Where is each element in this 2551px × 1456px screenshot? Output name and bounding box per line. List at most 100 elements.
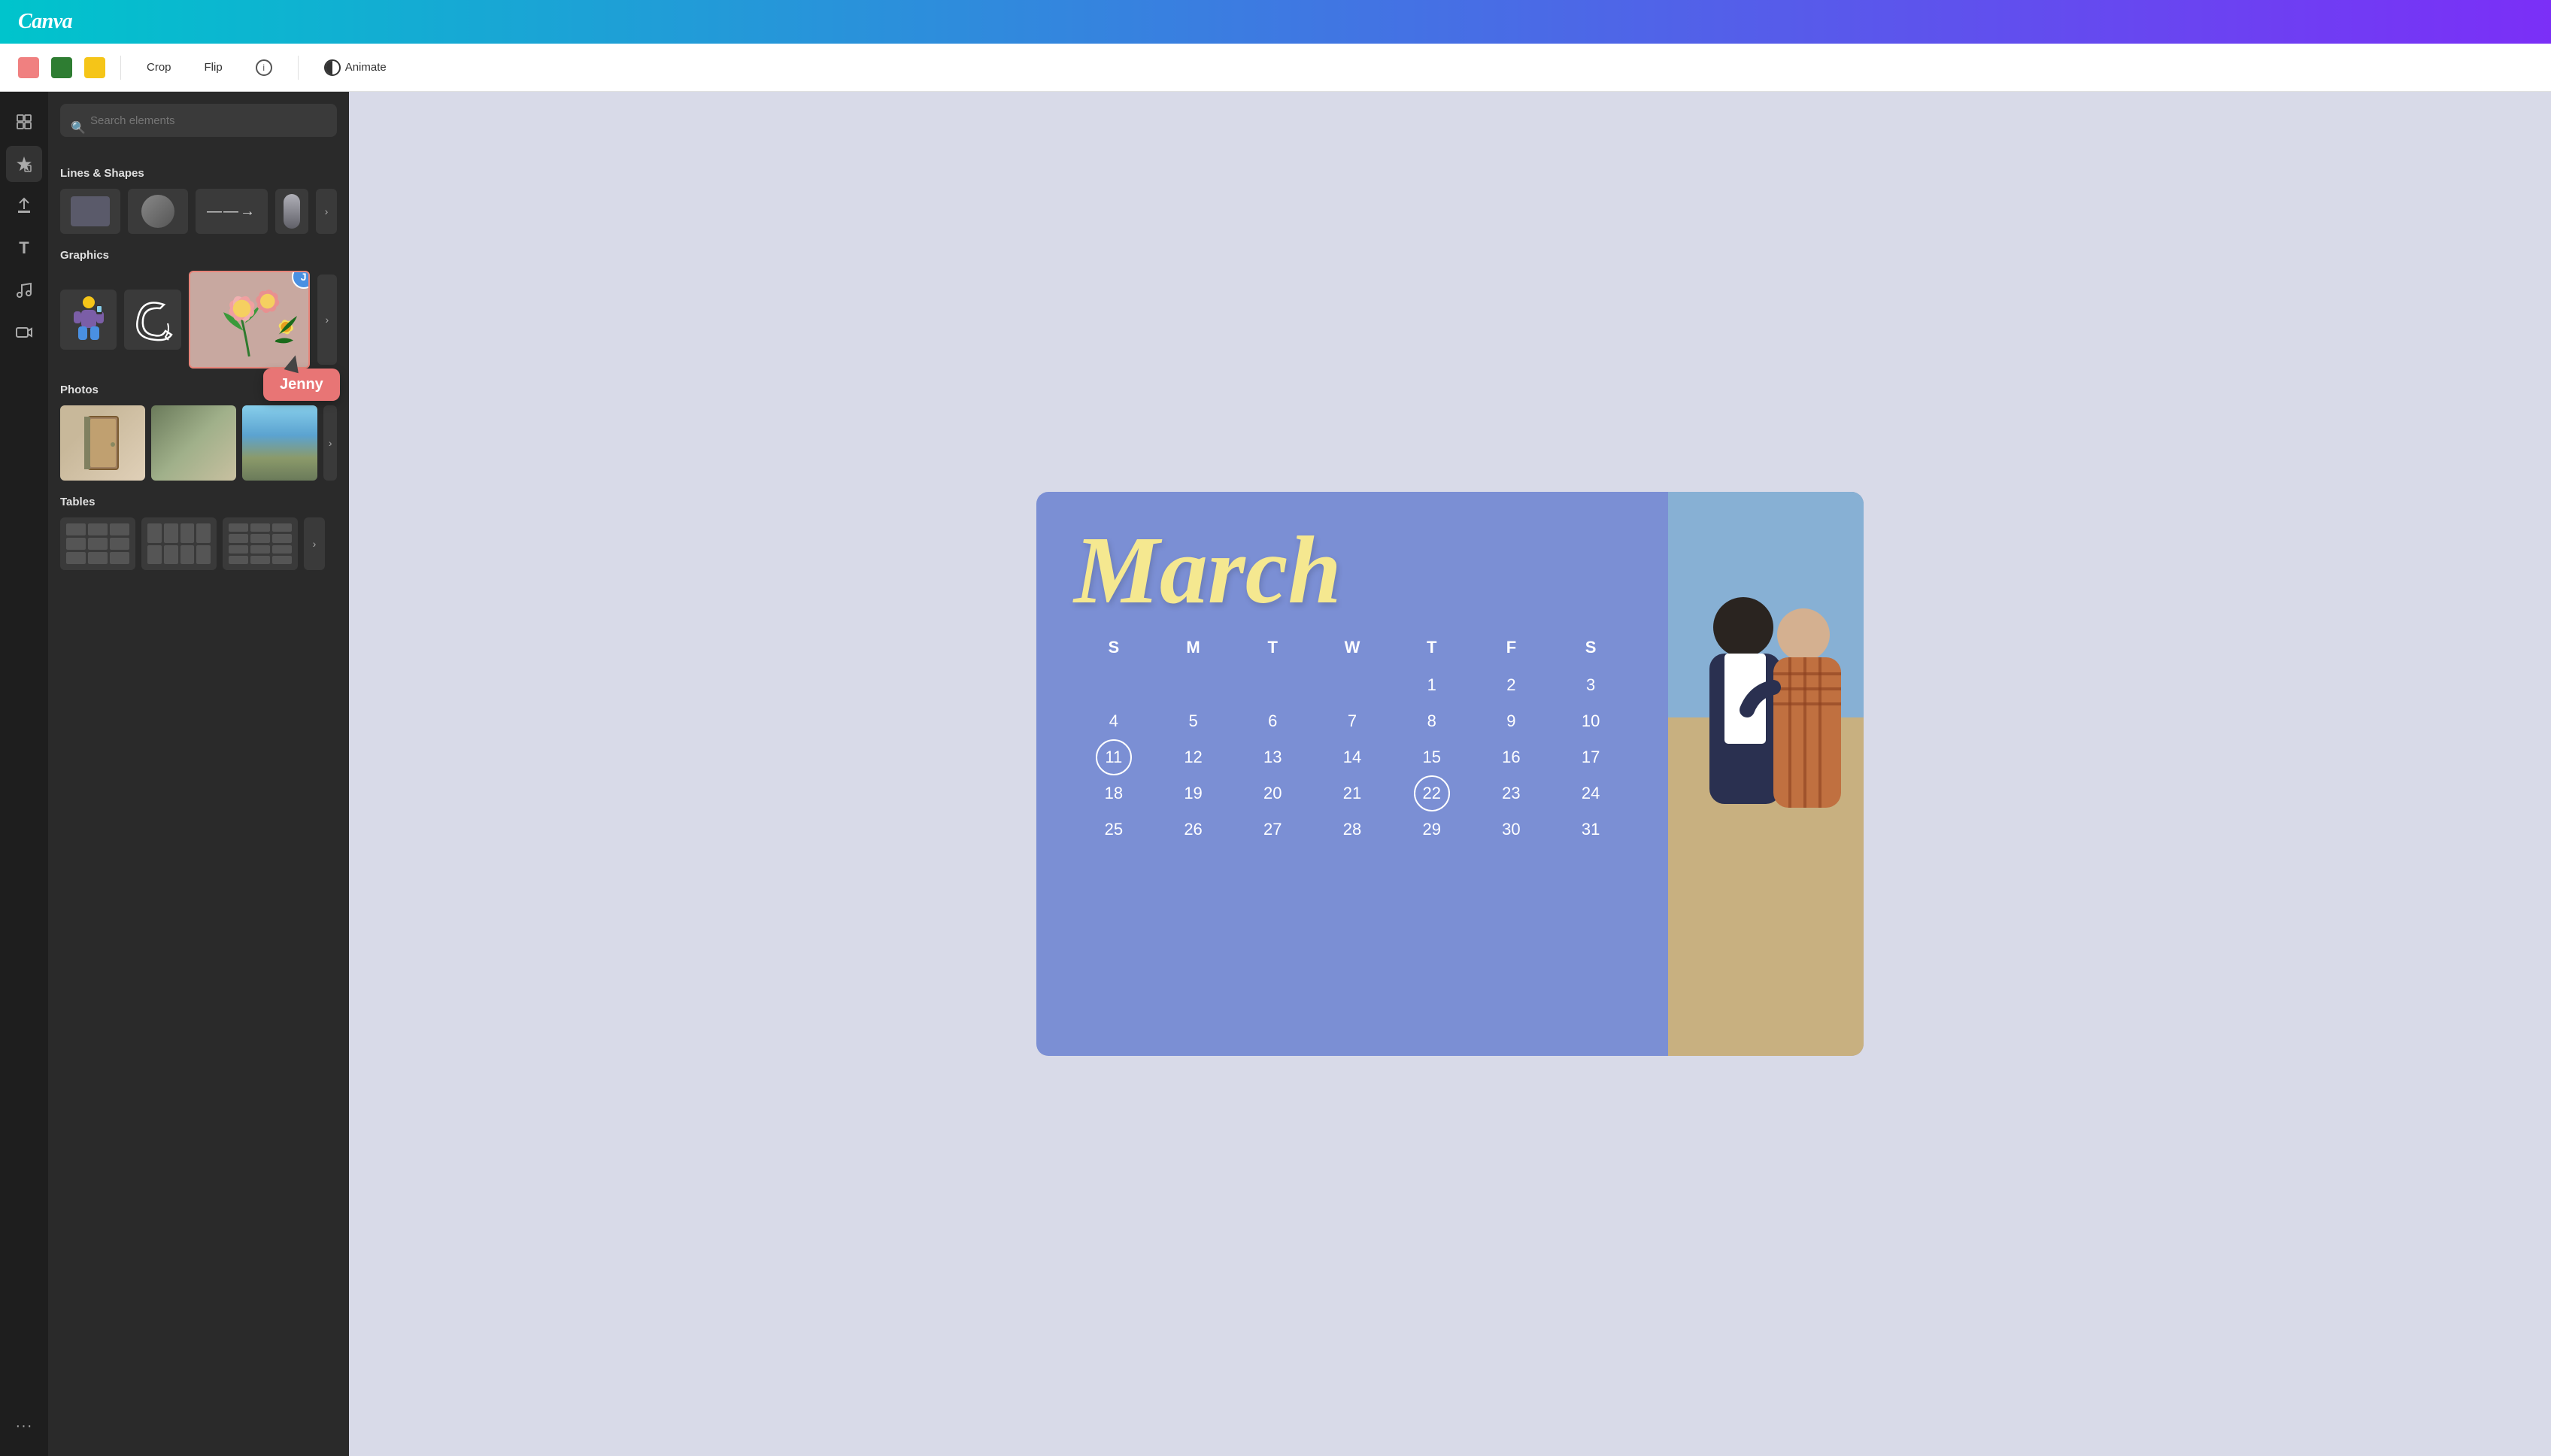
calendar-card[interactable]: March S M T W T F S 1	[1036, 492, 1864, 1056]
calendar-row-2: 4 5 6 7 8 9 10	[1074, 704, 1630, 739]
animate-label: Animate	[345, 61, 387, 74]
table-cell	[147, 523, 162, 543]
day-header-w: W	[1312, 633, 1392, 662]
jenny-label: Jenny	[263, 369, 340, 401]
top-header: Canva	[0, 0, 2551, 44]
group-photo[interactable]	[151, 405, 236, 481]
flip-button[interactable]: Flip	[194, 55, 233, 80]
day-header-f: F	[1472, 633, 1552, 662]
calendar-left: March S M T W T F S 1	[1036, 492, 1668, 1056]
table-cell	[250, 523, 270, 532]
search-input[interactable]	[60, 104, 337, 137]
cal-day-empty-1	[1074, 668, 1154, 702]
cal-day-1: 1	[1392, 668, 1472, 702]
photos-more-chevron: ›	[329, 437, 332, 449]
table-cell	[250, 556, 270, 564]
table-cell	[66, 552, 86, 564]
shapes-section-title: Lines & Shapes	[60, 167, 337, 180]
table-4x2[interactable]	[141, 517, 217, 570]
calendar-row-1: 1 2 3	[1074, 668, 1630, 702]
person-graphic[interactable]	[60, 290, 117, 350]
shapes-more-button[interactable]: ›	[316, 189, 337, 234]
cal-day-empty-3	[1233, 668, 1312, 702]
door-photo[interactable]	[60, 405, 145, 481]
table-cell	[88, 523, 108, 535]
shapes-grid: ——→ ›	[60, 189, 337, 234]
table-cell	[229, 534, 248, 542]
day-header-t1: T	[1233, 633, 1312, 662]
cal-day-18: 18	[1074, 776, 1154, 811]
cal-day-4: 4	[1074, 704, 1154, 739]
table-cell	[110, 523, 129, 535]
tables-more-button[interactable]: ›	[304, 517, 325, 570]
arrow-shape[interactable]: ——→	[196, 189, 268, 234]
day-header-s2: S	[1551, 633, 1630, 662]
video-icon[interactable]	[6, 314, 42, 350]
cal-day-3: 3	[1551, 668, 1630, 702]
search-icon: 🔍	[71, 120, 86, 135]
info-button[interactable]: i	[245, 53, 283, 82]
circle-shape-inner	[141, 195, 174, 228]
text-icon[interactable]: T	[6, 230, 42, 266]
pill-shape[interactable]	[275, 189, 308, 234]
crop-button[interactable]: Crop	[136, 55, 182, 80]
yellow-color-swatch[interactable]	[84, 57, 105, 78]
calendar-row-4: 18 19 20 21 22 23 24	[1074, 776, 1630, 811]
tables-section-title: Tables	[60, 496, 337, 508]
toolbar-divider-1	[120, 56, 121, 80]
lake-photo[interactable]	[242, 405, 317, 481]
table-cell	[196, 523, 211, 543]
pink-color-swatch[interactable]	[18, 57, 39, 78]
cal-day-15: 15	[1392, 740, 1472, 775]
circle-shape[interactable]	[128, 189, 188, 234]
rectangle-shape[interactable]	[60, 189, 120, 234]
table-cell	[88, 538, 108, 550]
table-cell	[229, 523, 248, 532]
cursive-graphic[interactable]	[124, 290, 180, 350]
rect-shape-inner	[71, 196, 110, 226]
tables-more-chevron: ›	[313, 538, 317, 550]
layout-icon[interactable]	[6, 104, 42, 140]
table-cell	[250, 545, 270, 554]
cal-day-30: 30	[1472, 812, 1552, 847]
cal-day-23: 23	[1472, 776, 1552, 811]
cal-day-10: 10	[1551, 704, 1630, 739]
cal-day-24: 24	[1551, 776, 1630, 811]
day-header-m: M	[1154, 633, 1233, 662]
calendar-photo	[1668, 492, 1864, 1056]
group-photo-img	[151, 405, 236, 481]
photo-people-img	[1668, 492, 1864, 1056]
info-icon: i	[256, 59, 272, 76]
table-3x3[interactable]	[60, 517, 135, 570]
flip-label: Flip	[205, 61, 223, 74]
canvas-area: March S M T W T F S 1	[349, 92, 2551, 1456]
lake-photo-img	[242, 405, 317, 481]
canva-logo: Canva	[18, 10, 72, 34]
arrow-symbol: ——→	[207, 203, 256, 220]
table-cell	[66, 538, 86, 550]
music-icon[interactable]	[6, 272, 42, 308]
more-icon[interactable]: ···	[6, 1408, 42, 1444]
cal-day-13: 13	[1233, 740, 1312, 775]
table-3x4[interactable]	[223, 517, 298, 570]
cal-day-28: 28	[1312, 812, 1392, 847]
upload-icon[interactable]	[6, 188, 42, 224]
door-photo-img	[60, 405, 145, 481]
green-color-swatch[interactable]	[51, 57, 72, 78]
elements-icon[interactable]	[6, 146, 42, 182]
icon-strip: T ···	[0, 92, 48, 1456]
calendar-month: March	[1074, 522, 1630, 618]
photos-more-button[interactable]: ›	[323, 405, 337, 481]
day-header-t2: T	[1392, 633, 1472, 662]
table-cell	[180, 523, 195, 543]
graphics-more-button[interactable]: ›	[317, 275, 337, 365]
table-cell	[164, 523, 178, 543]
cal-day-9: 9	[1472, 704, 1552, 739]
cal-day-7: 7	[1312, 704, 1392, 739]
animate-button[interactable]: Animate	[314, 53, 397, 82]
table-cell	[229, 556, 248, 564]
cal-day-empty-2	[1154, 668, 1233, 702]
table-cell	[272, 556, 292, 564]
cal-day-19: 19	[1154, 776, 1233, 811]
calendar-row-5: 25 26 27 28 29 30 31	[1074, 812, 1630, 847]
